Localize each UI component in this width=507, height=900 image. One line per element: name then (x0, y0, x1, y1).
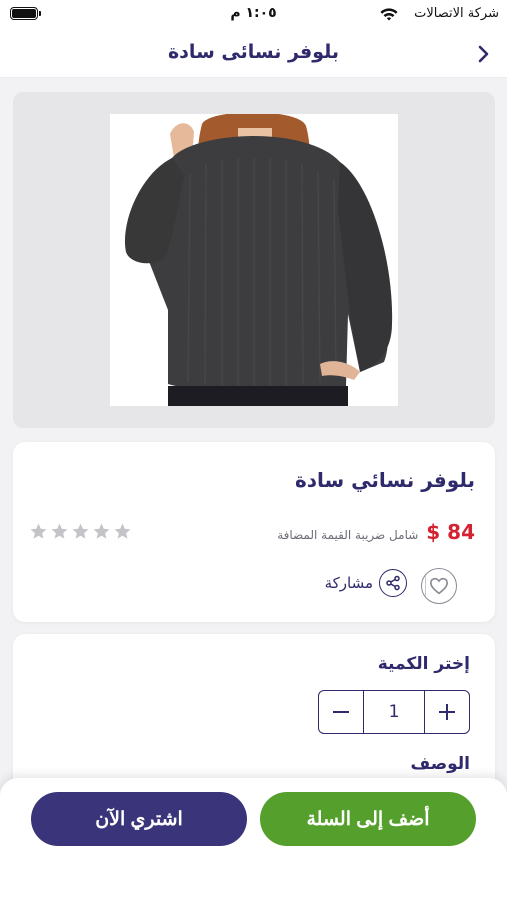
buy-now-button[interactable]: اشتري الآن (31, 792, 247, 846)
product-photo[interactable] (110, 114, 398, 406)
product-title: بلوفر نسائي سادة (294, 468, 475, 492)
star-icon[interactable] (29, 522, 48, 541)
product-info-card: بلوفر نسائي سادة $ 84 شامل ضريبة القيمة … (13, 442, 495, 622)
add-to-cart-button[interactable]: أضف إلى السلة (260, 792, 476, 846)
heart-icon (429, 577, 449, 595)
share-label: مشاركة (324, 574, 373, 592)
quantity-stepper[interactable]: 1 (318, 690, 470, 734)
status-bar: ١:٠٥ م شركة الاتصالات (0, 0, 507, 30)
star-icon[interactable] (92, 522, 111, 541)
bottom-action-bar: أضف إلى السلة اشتري الآن (0, 778, 507, 900)
quantity-value[interactable]: 1 (363, 691, 425, 733)
favorite-button[interactable] (421, 568, 457, 604)
product-image-card (13, 92, 495, 428)
star-rating[interactable] (29, 522, 132, 541)
price-row: $ 84 شامل ضريبة القيمة المضافة (277, 520, 475, 544)
product-price: $ 84 (426, 520, 475, 544)
nav-bar: بلوفر نسائى سادة (0, 30, 507, 78)
star-icon[interactable] (113, 522, 132, 541)
carrier-name: شركة الاتصالات (414, 6, 499, 21)
plus-icon (439, 704, 455, 720)
decrease-button[interactable] (319, 691, 363, 733)
wifi-icon (380, 8, 398, 21)
share-icon (379, 569, 407, 597)
share-button[interactable]: مشاركة (325, 569, 407, 597)
increase-button[interactable] (425, 691, 469, 733)
quantity-label: إختر الكمية (377, 654, 470, 674)
star-icon[interactable] (50, 522, 69, 541)
divider (425, 576, 426, 596)
minus-icon (333, 711, 349, 713)
star-icon[interactable] (71, 522, 90, 541)
vat-note: شامل ضريبة القيمة المضافة (277, 528, 419, 542)
page-title: بلوفر نسائى سادة (167, 41, 340, 63)
description-label: الوصف (410, 754, 470, 774)
